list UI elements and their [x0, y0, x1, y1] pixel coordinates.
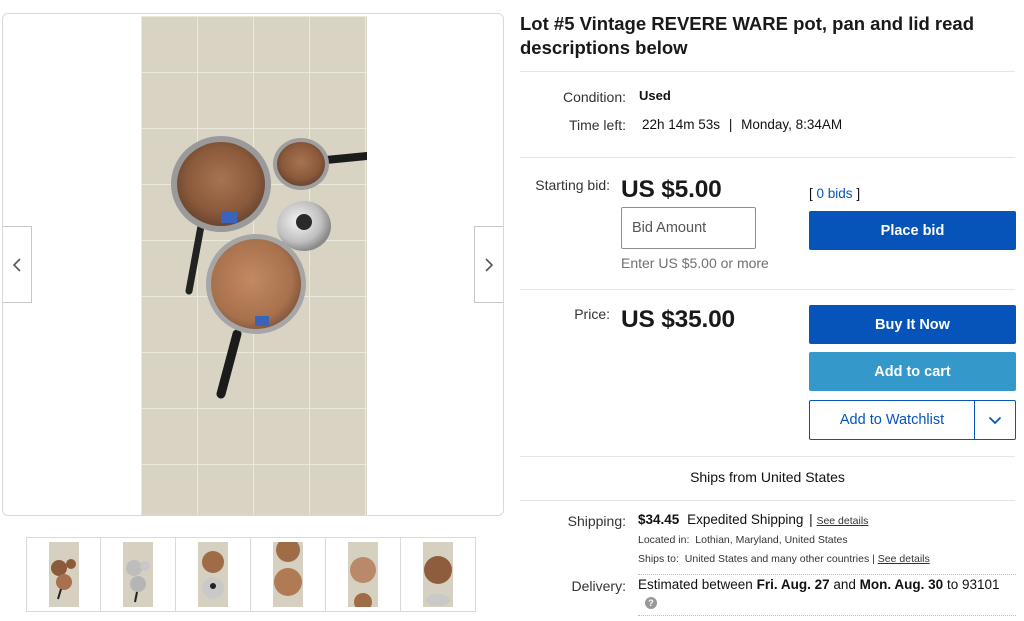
ships-to-value: United States and many other countries — [684, 553, 870, 565]
divider — [520, 289, 1015, 290]
thumbnail-image — [423, 542, 453, 607]
thumbnail-image — [198, 542, 228, 607]
ships-to-separator: | — [872, 553, 875, 565]
listing-title: Lot #5 Vintage REVERE WARE pot, pan and … — [520, 13, 974, 58]
bid-count-link[interactable]: 0 bids — [817, 186, 853, 201]
chevron-down-icon — [988, 416, 1002, 424]
next-image-button[interactable] — [474, 226, 503, 303]
time-left-separator: | — [728, 117, 733, 132]
starting-bid-value: US $5.00 — [621, 176, 722, 203]
help-icon[interactable]: ? — [645, 597, 657, 609]
shipping-cost: $34.45 — [638, 512, 680, 527]
delivery-end-date: Mon. Aug. 30 — [859, 577, 944, 592]
starting-bid-label: Starting bid: — [535, 177, 610, 193]
bid-count: [ 0 bids ] — [809, 186, 860, 201]
image-gallery — [2, 13, 504, 516]
product-photo-cookware — [141, 16, 367, 515]
thumbnail-2[interactable] — [101, 537, 176, 612]
thumbnail-5[interactable] — [326, 537, 401, 612]
add-to-cart-button[interactable]: Add to cart — [809, 352, 1016, 391]
ships-to: Ships to: United States and many other c… — [638, 553, 930, 565]
divider — [520, 456, 1015, 457]
chevron-right-icon — [485, 257, 494, 272]
auction-end-time: Monday, 8:34AM — [741, 117, 843, 132]
bid-count-bracket-open: [ — [809, 186, 813, 201]
thumbnail-image — [123, 542, 153, 607]
thumbnail-image — [48, 542, 79, 607]
delivery-start-date: Fri. Aug. 27 — [756, 577, 830, 592]
ships-to-label: Ships to: — [638, 553, 679, 565]
delivery-prefix: Estimated between — [638, 577, 753, 592]
divider — [638, 574, 1016, 575]
price-value: US $35.00 — [621, 306, 735, 333]
shipping-see-details-link[interactable]: See details — [816, 515, 868, 527]
thumbnail-strip — [26, 537, 478, 612]
located-in-value: Lothian, Maryland, United States — [695, 534, 848, 546]
thumbnail-image — [348, 542, 378, 607]
thumbnail-6[interactable] — [401, 537, 476, 612]
buy-it-now-button[interactable]: Buy It Now — [809, 305, 1016, 344]
bid-amount-input[interactable] — [621, 207, 756, 249]
thumbnail-4[interactable] — [251, 537, 326, 612]
divider — [520, 71, 1015, 72]
chevron-left-icon — [12, 257, 21, 272]
divider — [520, 500, 1015, 501]
ships-from: Ships from United States — [690, 469, 845, 485]
previous-image-button[interactable] — [3, 226, 32, 303]
divider — [638, 615, 1016, 616]
shipping-summary: $34.45 Expedited Shipping | See details — [638, 512, 868, 527]
watchlist-dropdown-button[interactable] — [974, 401, 1015, 439]
bid-count-bracket-close: ] — [856, 186, 861, 201]
main-product-photo[interactable] — [141, 16, 367, 515]
shipping-separator: | — [809, 512, 813, 527]
delivery-label: Delivery: — [571, 578, 626, 594]
divider — [520, 157, 1015, 158]
add-to-watchlist-button[interactable]: Add to Watchlist — [810, 401, 974, 439]
located-in-label: Located in: — [638, 534, 690, 546]
shipping-method: Expedited Shipping — [687, 512, 804, 527]
watchlist-control: Add to Watchlist — [809, 400, 1016, 440]
time-left-label: Time left: — [568, 117, 626, 133]
delivery-and: and — [833, 577, 856, 592]
time-left-value: 22h 14m 53s | Monday, 8:34AM — [642, 117, 842, 132]
located-in: Located in: Lothian, Maryland, United St… — [638, 534, 848, 546]
thumbnail-image — [273, 542, 303, 607]
price-label: Price: — [574, 306, 610, 322]
time-left-countdown: 22h 14m 53s — [642, 117, 721, 132]
delivery-zip: to 93101 — [946, 577, 1000, 592]
place-bid-button[interactable]: Place bid — [809, 211, 1016, 250]
delivery-estimate: Estimated between Fri. Aug. 27 and Mon. … — [638, 577, 1018, 592]
ships-to-see-details-link[interactable]: See details — [878, 553, 930, 565]
thumbnail-1[interactable] — [26, 537, 101, 612]
condition-value: Used — [639, 88, 671, 103]
condition-label: Condition: — [562, 89, 626, 105]
bid-hint: Enter US $5.00 or more — [621, 255, 769, 271]
shipping-label: Shipping: — [567, 513, 626, 529]
thumbnail-3[interactable] — [176, 537, 251, 612]
